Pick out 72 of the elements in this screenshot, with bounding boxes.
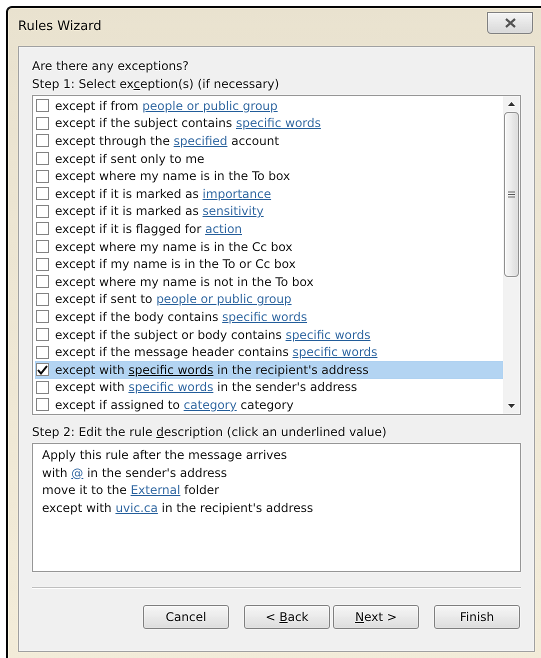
description-line: Apply this rule after the message arrives (42, 447, 288, 464)
exception-text: except where my name is in the Cc box (55, 238, 292, 256)
step1-label: Step 1: Select exception(s) (if necessary) (32, 76, 280, 93)
exception-item[interactable]: except where my name is not in the To box (35, 272, 503, 291)
exception-text: except with specific words in the sender's address (55, 379, 358, 396)
wizard-button[interactable]: < Back (244, 605, 330, 629)
exception-text: except where my name is not in the To box (55, 274, 314, 291)
exception-text: except if the subject or body contains specific words (55, 326, 370, 344)
checkbox[interactable] (36, 99, 49, 112)
exception-item[interactable]: except where my name is in the To box (35, 167, 503, 185)
checkbox[interactable] (36, 328, 49, 342)
exception-text: except if the message header contains specific words (55, 344, 378, 362)
checkbox[interactable] (36, 275, 49, 288)
checkbox[interactable] (36, 258, 49, 271)
checkbox[interactable] (36, 310, 49, 324)
exception-text: except if it is marked as sensitivity (55, 203, 264, 220)
checkbox[interactable] (36, 134, 49, 148)
step2-label: Step 2: Edit the rule description (click an underlined value) (32, 424, 388, 441)
checkbox[interactable] (36, 152, 49, 166)
checkbox[interactable] (36, 346, 49, 359)
exception-item[interactable]: except where my name is in the Cc box (35, 238, 503, 256)
exception-item[interactable]: except if assigned to category category (35, 396, 503, 414)
wizard-button[interactable]: Cancel (143, 605, 229, 629)
exception-item[interactable]: except if my name is in the To or Cc box (35, 255, 503, 273)
exception-item[interactable]: except if from people or public group (35, 97, 503, 115)
exception-text: except if the subject contains specific words (55, 115, 321, 132)
exception-text: except if the body contains specific words (55, 308, 308, 326)
exception-text: except if assigned to category category (55, 396, 294, 414)
exception-item[interactable]: except if it is marked as importance (35, 184, 503, 203)
exception-item[interactable]: except if it is flagged for action (35, 220, 503, 238)
exception-item[interactable]: except if the message header contains specific words (35, 343, 503, 361)
exception-text: except with specific words in the recipient's address (55, 362, 369, 379)
close-button[interactable] (487, 12, 533, 34)
exception-text: except through the specified account (55, 132, 280, 150)
exception-text: except if it is flagged for action (55, 220, 242, 238)
grip-icon (508, 191, 515, 198)
exception-item[interactable]: except if sent only to me (35, 150, 503, 168)
description-line: move it to the External folder (42, 482, 220, 500)
exception-item[interactable]: except if sent to people or public group (35, 290, 503, 308)
exception-text: except where my name is in the To box (55, 168, 290, 186)
checkbox[interactable] (36, 187, 49, 200)
scrollbar-thumb[interactable] (504, 112, 519, 277)
checkbox[interactable] (36, 116, 49, 130)
exception-item[interactable]: except if the body contains specific words (35, 308, 503, 326)
checkbox[interactable] (36, 240, 49, 254)
exception-item[interactable]: except through the specified account (35, 132, 503, 150)
checkbox[interactable] (36, 170, 49, 183)
checkbox[interactable] (36, 204, 49, 218)
exception-item[interactable]: except if it is marked as sensitivity (35, 202, 503, 220)
exception-item[interactable]: except if the subject contains specific words (35, 114, 503, 132)
checkbox[interactable] (36, 398, 49, 412)
exception-text: except if it is marked as importance (55, 186, 272, 203)
window-title: Rules Wizard (18, 18, 102, 36)
exception-item[interactable]: except with specific words in the sender's address (35, 378, 503, 396)
checkbox[interactable] (36, 380, 49, 394)
wizard-button[interactable]: Next > (333, 605, 419, 629)
exception-text: except if from people or public group (55, 98, 278, 115)
exception-item[interactable]: except with specific words in the recipient's address (35, 360, 503, 378)
check-icon (37, 364, 48, 375)
checkbox[interactable] (36, 363, 49, 376)
scrollbar[interactable] (503, 96, 520, 414)
exception-item[interactable]: except if the subject or body contains specific words (35, 326, 503, 344)
checkbox[interactable] (36, 292, 49, 306)
question-text: Are there any exceptions? (32, 58, 190, 75)
wizard-button[interactable]: Finish (434, 605, 520, 629)
checkbox[interactable] (36, 222, 49, 236)
close-icon (504, 18, 516, 28)
exception-text: except if sent to people or public group (55, 291, 292, 308)
exception-text: except if my name is in the To or Cc box (55, 256, 296, 274)
description-line: except with uvic.ca in the recipient's address (42, 500, 314, 517)
description-line: with @ in the sender's address (42, 464, 228, 482)
exception-text: except if sent only to me (55, 150, 204, 168)
